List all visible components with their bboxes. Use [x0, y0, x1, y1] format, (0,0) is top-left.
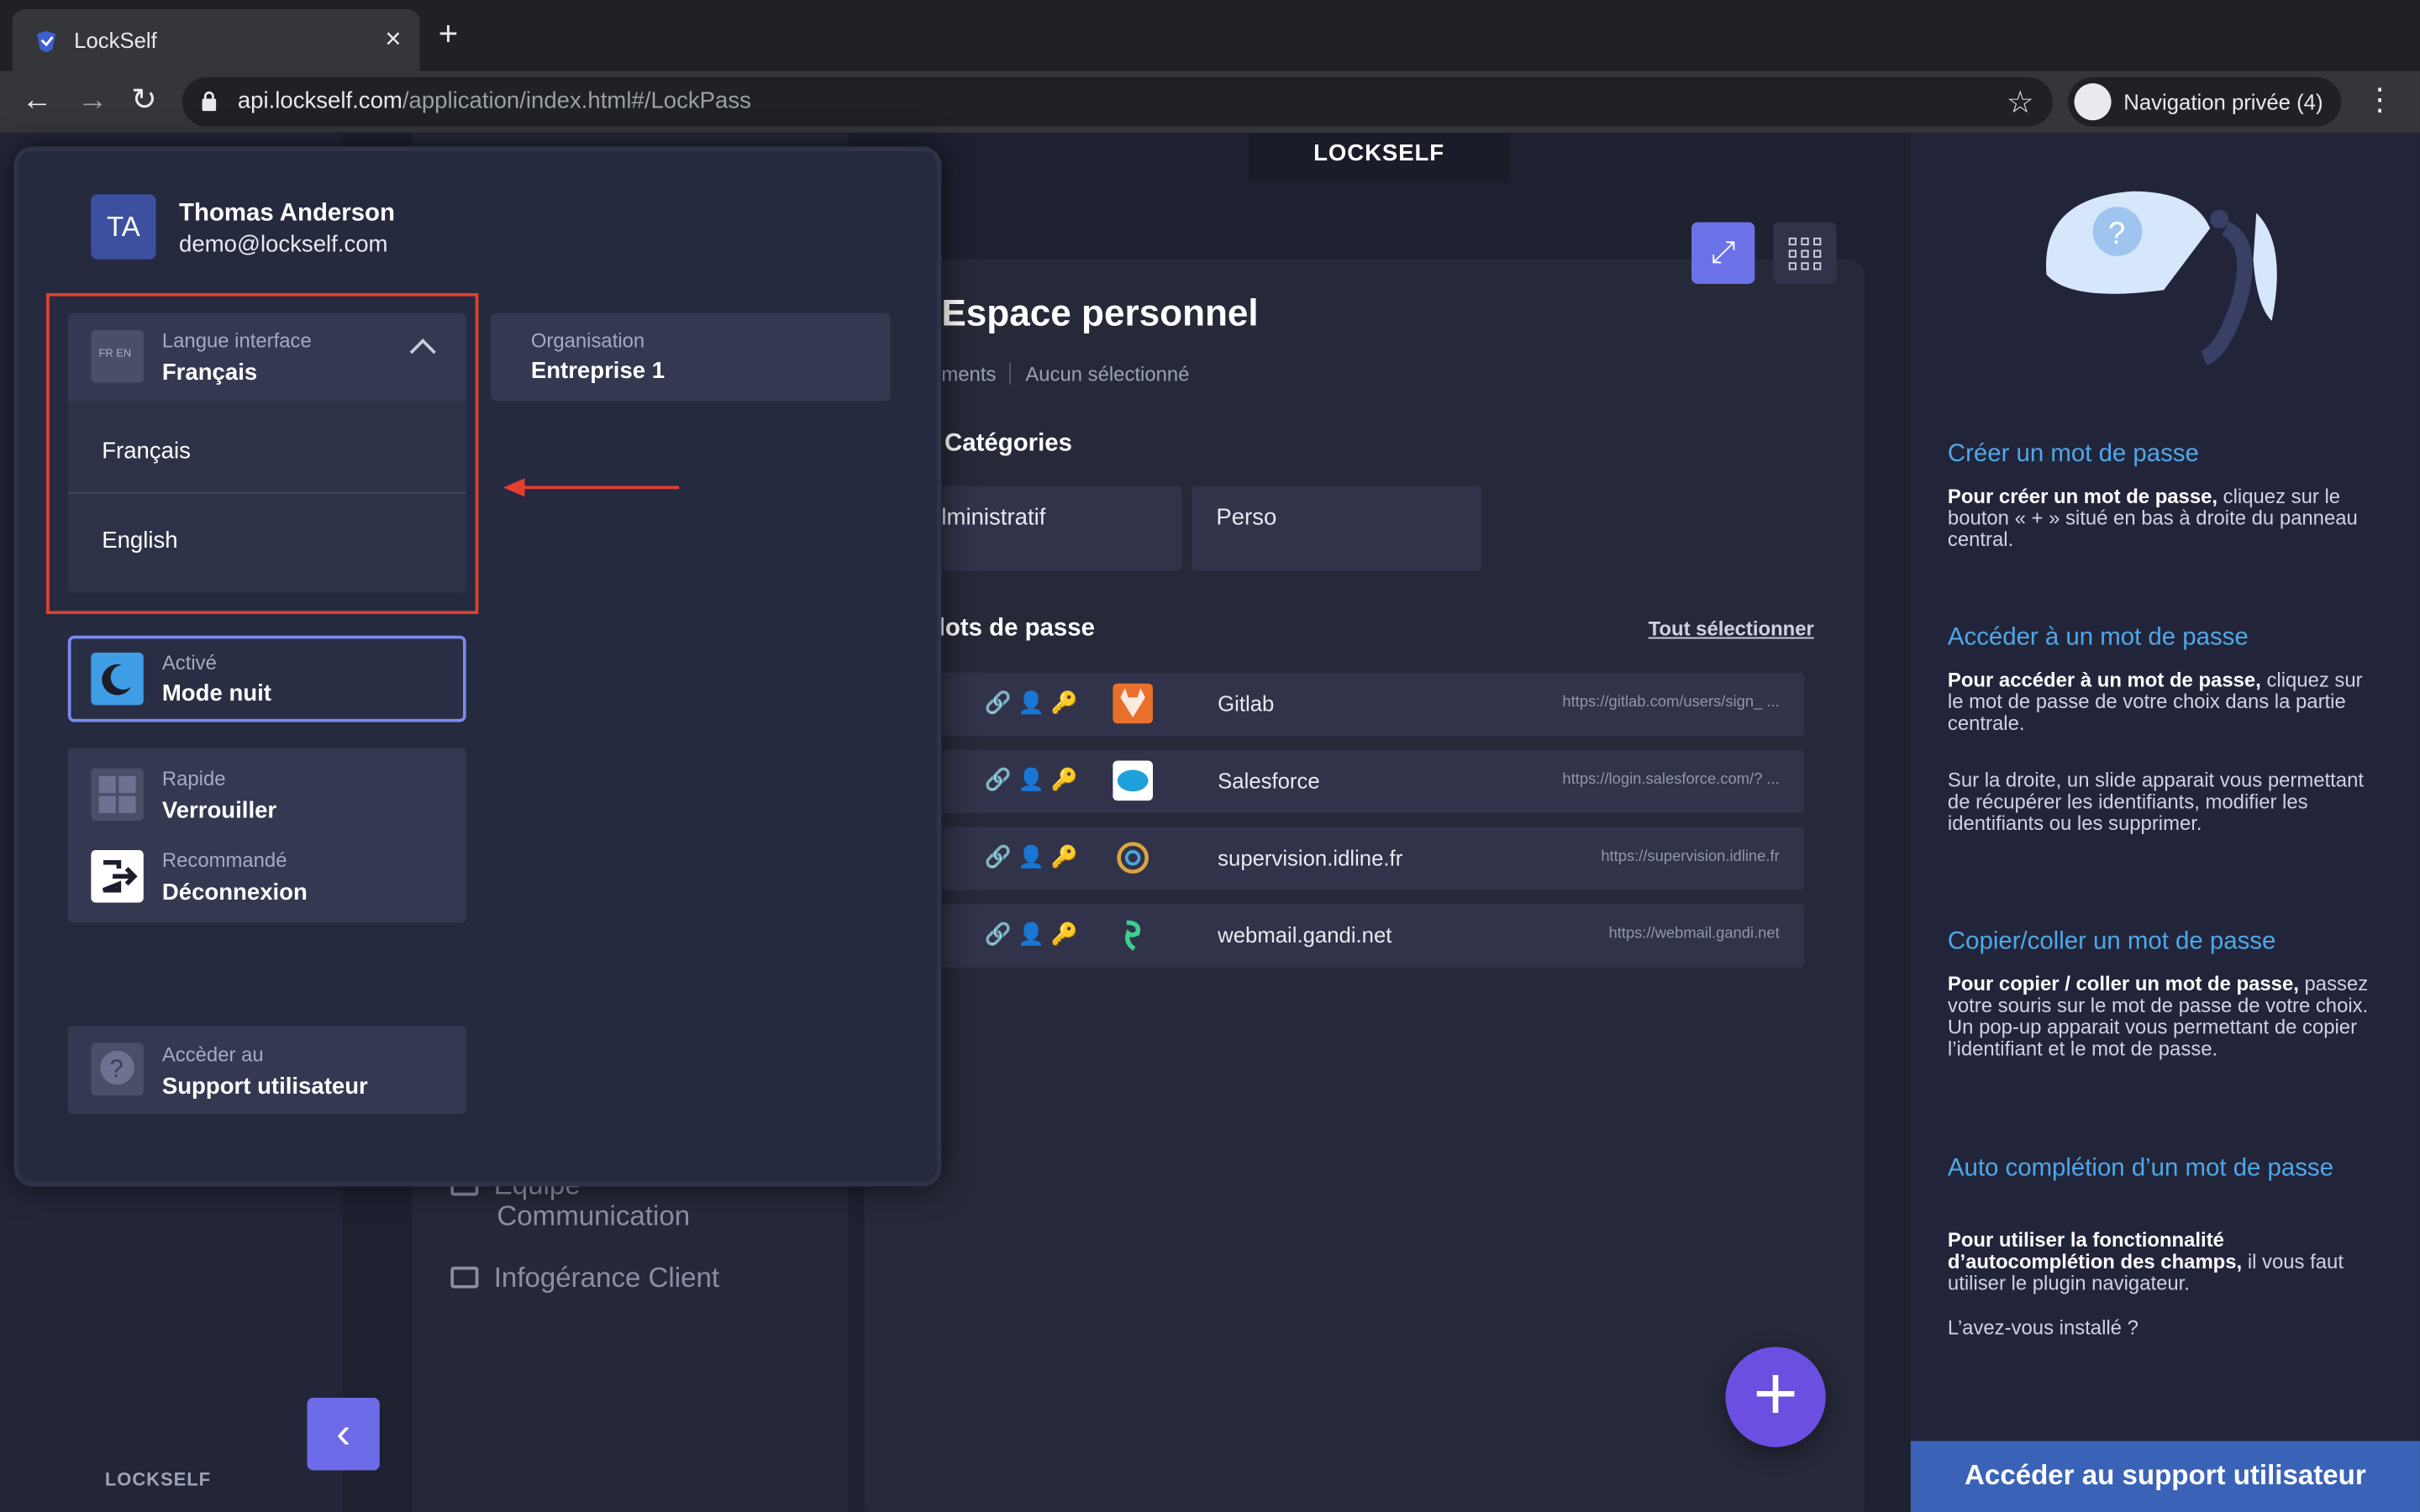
help-question-icon: ?: [91, 1042, 144, 1096]
help-text: Pour copier / coller un mot de passe, pa…: [1947, 972, 2369, 1060]
svg-text:?: ?: [109, 1055, 123, 1083]
tab-title: LockSelf: [74, 28, 157, 53]
lockself-logo: LOCKSELF: [1248, 132, 1510, 182]
password-row[interactable]: 🔗👤🔑 Salesforce https://login.salesforce.…: [932, 749, 1805, 813]
night-mode-value: Mode nuit: [161, 680, 271, 707]
category-card[interactable]: lministratif: [932, 486, 1182, 571]
support-value: Support utilisateur: [161, 1074, 368, 1100]
link-user-key-icons: 🔗👤🔑: [984, 766, 1084, 792]
folder-item-label[interactable]: Communication: [497, 1200, 690, 1233]
password-url: https://login.salesforce.com/? ...: [1562, 771, 1780, 789]
annotation-arrow: [518, 486, 680, 490]
help-text: L’avez-vous installé ?: [1947, 1315, 2139, 1340]
password-url: https://gitlab.com/users/sign_ ...: [1562, 694, 1780, 711]
annotation-arrow-head: [502, 478, 525, 497]
gitlab-logo-icon: [1113, 683, 1154, 724]
address-bar[interactable]: api.lockself.com/application/index.html#…: [182, 76, 2053, 127]
svg-text:?: ?: [2108, 216, 2125, 250]
user-email: demo@lockself.com: [179, 231, 388, 258]
new-tab-icon[interactable]: +: [439, 16, 459, 50]
help-heading[interactable]: Auto complétion d’un mot de passe: [1948, 1154, 2380, 1185]
reload-icon[interactable]: ↻: [131, 83, 157, 117]
link-user-key-icons: 🔗👤🔑: [984, 843, 1084, 869]
incognito-icon: [2074, 83, 2112, 121]
bottom-lockself-logo: LOCKSELF: [104, 1468, 212, 1491]
password-name: webmail.gandi.net: [1218, 922, 1392, 948]
help-text: Sur la droite, un slide apparait vous pe…: [1947, 768, 2364, 835]
salesforce-logo-icon: [1113, 760, 1154, 801]
password-url: https://webmail.gandi.net: [1608, 926, 1780, 943]
support-button[interactable]: Accéder au support utilisateur: [1910, 1441, 2420, 1512]
help-text: Pour utiliser la fonctionnalité d’autoco…: [1947, 1228, 2344, 1294]
logout-icon[interactable]: [91, 850, 144, 903]
passwords-title: lots de passe: [938, 615, 1095, 643]
help-heading[interactable]: Copier/coller un mot de passe: [1948, 927, 2380, 958]
url-text: api.lockself.com/application/index.html#…: [237, 87, 751, 114]
folder-icon: [450, 1266, 479, 1289]
help-heading[interactable]: Accéder à un mot de passe: [1948, 623, 2380, 654]
password-url: https://supervision.idline.fr: [1601, 848, 1780, 866]
lock-label: Rapide: [161, 766, 226, 790]
logout-button[interactable]: Déconnexion: [162, 879, 308, 906]
page-title: Espace personnel: [941, 292, 1259, 335]
help-text: Pour accéder à un mot de passe, cliquez …: [1947, 668, 2363, 735]
tab-close-icon[interactable]: ×: [385, 24, 401, 56]
moon-icon: [91, 652, 144, 706]
organisation-value: Entreprise 1: [530, 358, 666, 385]
screen: LockSelf × + ← → ↻ api.lockself.com/appl…: [0, 0, 2420, 1512]
support-label: Accèder au: [161, 1042, 264, 1067]
incognito-label: Navigation privée (4): [2123, 89, 2323, 114]
organisation-label: Organisation: [530, 328, 645, 352]
forward-arrow-icon[interactable]: →: [77, 83, 108, 117]
lock-grid-icon[interactable]: [91, 768, 144, 822]
password-name: Gitlab: [1218, 690, 1275, 717]
link-user-key-icons: 🔗👤🔑: [984, 921, 1084, 946]
category-card[interactable]: Perso: [1191, 486, 1482, 571]
avatar: TA: [91, 194, 156, 260]
categories-title: Catégories: [944, 430, 1072, 457]
browser-menu-icon[interactable]: ⋮: [2365, 83, 2396, 117]
select-all-link[interactable]: Tout sélectionner: [1649, 617, 1814, 641]
password-row[interactable]: 🔗👤🔑 webmail.gandi.net https://webmail.ga…: [932, 904, 1805, 968]
help-text: Pour créer un mot de passe, cliquez sur …: [1947, 484, 2358, 551]
help-illustration-icon: ?: [2046, 191, 2277, 365]
lock-button[interactable]: Verrouiller: [162, 798, 276, 824]
night-mode-label: Activé: [161, 651, 217, 675]
logout-label: Recommandé: [161, 848, 287, 872]
grid-view-icon[interactable]: [1773, 222, 1837, 284]
organisation-card[interactable]: Organisation Entreprise 1: [491, 312, 891, 402]
lockself-favicon-icon: [37, 30, 56, 53]
expand-icon[interactable]: ⤢: [1691, 222, 1755, 284]
folder-item[interactable]: Infogérance Client: [450, 1262, 719, 1294]
password-name: Salesforce: [1218, 768, 1320, 794]
collapse-sidebar-button[interactable]: ‹: [307, 1398, 380, 1471]
padlock-icon: [202, 91, 217, 112]
password-row[interactable]: 🔗👤🔑 supervision.idline.fr https://superv…: [932, 827, 1805, 890]
idline-logo-icon: [1117, 842, 1149, 874]
back-arrow-icon[interactable]: ←: [22, 83, 53, 117]
add-password-button[interactable]: +: [1725, 1347, 1826, 1447]
browser-tab-bar: LockSelf × +: [0, 0, 2420, 71]
password-row[interactable]: 🔗👤🔑 Gitlab https://gitlab.com/users/sign…: [932, 672, 1805, 737]
user-name: Thomas Anderson: [179, 200, 395, 227]
browser-tab[interactable]: LockSelf ×: [12, 9, 420, 71]
incognito-indicator[interactable]: Navigation privée (4): [2068, 76, 2342, 127]
password-name: supervision.idline.fr: [1218, 845, 1403, 870]
help-heading[interactable]: Créer un mot de passe: [1948, 439, 2380, 470]
bookmark-star-icon[interactable]: ☆: [2007, 83, 2034, 122]
breadcrumb: ments Aucun sélectionné: [941, 362, 1190, 386]
browser-toolbar: ← → ↻ api.lockself.com/application/index…: [0, 71, 2420, 133]
highlight-annotation-box: [46, 292, 479, 615]
gandi-logo-icon: [1124, 920, 1141, 951]
link-user-key-icons: 🔗👤🔑: [984, 690, 1084, 715]
